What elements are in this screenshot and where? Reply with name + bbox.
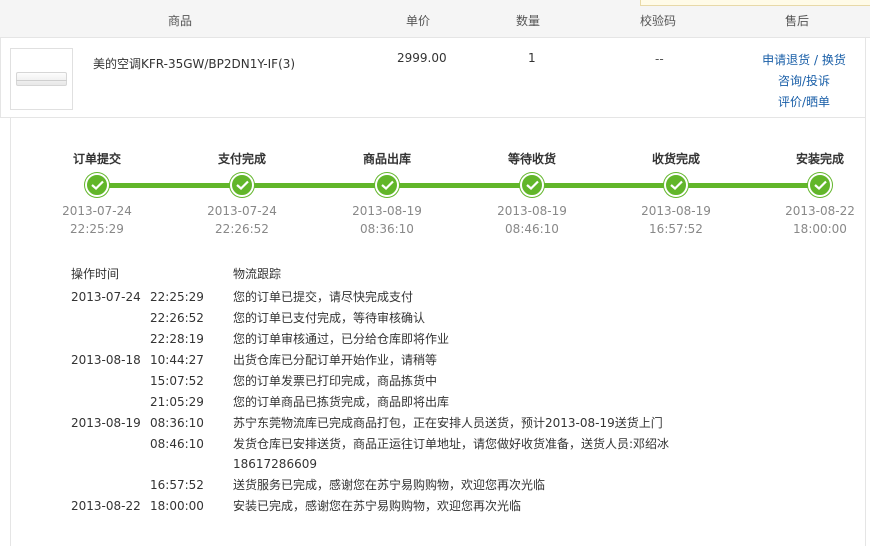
log-date: 2013-08-18 [71,353,141,367]
progress-step: 支付完成 2013-07-24 22:26:52 [182,150,302,236]
log-message: 您的订单已提交，请尽快完成支付 [233,290,414,304]
step-time: 08:46:10 [505,222,559,236]
step-time: 08:36:10 [360,222,414,236]
log-message: 您的订单发票已打印完成，商品拣货中 [233,374,438,388]
step-label: 等待收货 [507,152,556,166]
log-message: 发货仓库已安排送货，商品正运往订单地址，请您做好收货准备，送货人员:邓绍冰 18… [233,437,670,471]
log-time: 08:46:10 [150,437,204,451]
progress-step: 等待收货 2013-08-19 08:46:10 [472,150,592,236]
log-time: 21:05:29 [150,395,204,409]
step-time: 22:26:52 [215,222,269,236]
log-time: 22:28:19 [150,332,204,346]
log-message: 您的订单已支付完成，等待审核确认 [233,311,426,325]
check-icon [375,173,399,197]
progress-step: 安装完成 2013-08-22 18:00:00 [760,150,870,236]
product-price: 2999.00 [397,51,447,65]
step-date: 2013-07-24 [62,204,132,218]
log-col-time: 操作时间 [71,267,120,281]
log-time: 15:07:52 [150,374,204,388]
step-date: 2013-08-19 [497,204,567,218]
step-label: 安装完成 [795,152,844,166]
after-sales-links: 申请退货 / 换货 咨询/投诉 评价/晒单 [741,50,867,113]
review-link[interactable]: 评价/晒单 [778,95,830,109]
table-header: 商品 单价 数量 校验码 售后 [0,0,870,38]
log-message: 安装已完成，感谢您在苏宁易购购物，欢迎您再次光临 [233,499,522,513]
product-code: -- [655,52,664,66]
log-time: 22:25:29 [150,290,204,304]
log-date: 2013-08-22 [71,499,141,513]
log-time: 10:44:27 [150,353,204,367]
log-date: 2013-07-24 [71,290,141,304]
return-exchange-link[interactable]: 申请退货 / 换货 [762,53,846,67]
log-time: 22:26:52 [150,311,204,325]
log-time: 18:00:00 [150,499,204,513]
progress-step: 订单提交 2013-07-24 22:25:29 [37,150,157,236]
log-message: 您的订单商品已拣货完成，商品即将出库 [233,395,450,409]
progress-step: 收货完成 2013-08-19 16:57:52 [616,150,736,236]
step-date: 2013-07-24 [207,204,277,218]
check-icon [664,173,688,197]
log-time: 08:36:10 [150,416,204,430]
product-row: 美的空调KFR-35GW/BP2DN1Y-IF(3) 2999.00 1 -- … [0,38,866,118]
col-qty: 数量 [516,14,541,28]
log-time: 16:57:52 [150,478,204,492]
log-message: 您的订单审核通过，已分给仓库即将作业 [233,332,450,346]
step-label: 支付完成 [217,152,266,166]
col-code: 校验码 [640,14,677,28]
check-icon [230,173,254,197]
air-conditioner-image [16,72,67,86]
step-label: 商品出库 [362,152,411,166]
step-time: 22:25:29 [70,222,124,236]
step-time: 18:00:00 [793,222,847,236]
col-after-sales: 售后 [785,14,810,28]
header-highlight [640,0,870,6]
log-message: 苏宁东莞物流库已完成商品打包，正在安排人员送货，预计2013-08-19送货上门 [233,416,663,430]
product-name[interactable]: 美的空调KFR-35GW/BP2DN1Y-IF(3) [93,55,295,72]
step-label: 订单提交 [72,152,121,166]
consult-complaint-link[interactable]: 咨询/投诉 [778,74,830,88]
product-qty: 1 [528,51,536,65]
col-price: 单价 [406,14,431,28]
progress-step: 商品出库 2013-08-19 08:36:10 [327,150,447,236]
step-time: 16:57:52 [649,222,703,236]
step-date: 2013-08-19 [641,204,711,218]
log-message: 出货仓库已分配订单开始作业，请稍等 [233,353,438,367]
step-date: 2013-08-19 [352,204,422,218]
check-icon [85,173,109,197]
step-date: 2013-08-22 [785,204,855,218]
progress-track [96,183,820,188]
log-col-track: 物流跟踪 [233,267,282,281]
col-product: 商品 [168,14,193,28]
step-label: 收货完成 [651,152,700,166]
check-icon [520,173,544,197]
log-message: 送货服务已完成，感谢您在苏宁易购购物，欢迎您再次光临 [233,478,546,492]
product-thumbnail[interactable] [10,48,73,110]
check-icon [808,173,832,197]
log-date: 2013-08-19 [71,416,141,430]
